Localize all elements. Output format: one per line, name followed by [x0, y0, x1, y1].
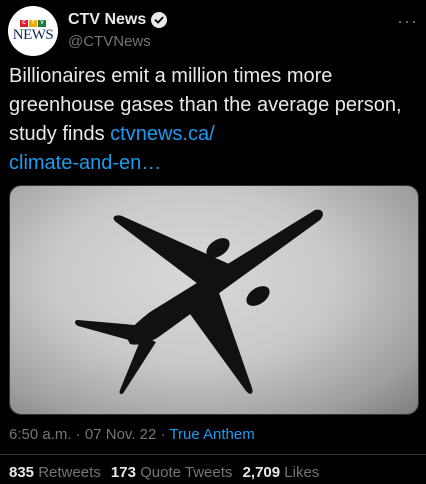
author-block: CTV News @CTVNews	[68, 10, 168, 51]
author-display-name[interactable]: CTV News	[68, 10, 146, 30]
avatar-logo-text: NEWS	[12, 27, 54, 43]
quote-label: Quote Tweets	[140, 464, 233, 481]
tweet-stats: 835 Retweets 173 Quote Tweets 2,709 Like…	[9, 463, 325, 483]
author-handle[interactable]: @CTVNews	[68, 33, 167, 51]
meta-separator-2: ·	[160, 426, 166, 443]
tweet-media-image[interactable]	[9, 185, 419, 415]
tweet-source[interactable]: True Anthem	[169, 426, 254, 443]
retweets-label: Retweets	[38, 464, 101, 481]
tweet-date[interactable]: 07 Nov. 22	[85, 426, 156, 443]
divider	[0, 454, 426, 455]
quote-tweets-stat[interactable]: 173 Quote Tweets	[111, 464, 232, 481]
author-name-row[interactable]: CTV News	[68, 10, 168, 30]
retweets-stat[interactable]: 835 Retweets	[9, 464, 101, 481]
tweet-text: Billionaires emit a million times more g…	[9, 62, 414, 178]
tweet-meta: 6:50 a.m. · 07 Nov. 22 · True Anthem	[9, 425, 255, 445]
retweets-count: 835	[9, 464, 35, 481]
more-horizontal-icon[interactable]: ···	[397, 12, 418, 30]
tweet-time[interactable]: 6:50 a.m.	[9, 426, 72, 443]
likes-count: 2,709	[242, 464, 281, 481]
airplane-silhouette-icon	[75, 209, 323, 395]
ctv-logo-mark: C T V	[20, 20, 46, 27]
verified-badge-icon	[151, 12, 168, 28]
likes-label: Likes	[284, 464, 320, 481]
avatar[interactable]: C T V NEWS	[8, 6, 58, 56]
meta-separator: ·	[75, 426, 81, 443]
quote-count: 173	[110, 464, 136, 481]
likes-stat[interactable]: 2,709 Likes	[243, 464, 320, 481]
